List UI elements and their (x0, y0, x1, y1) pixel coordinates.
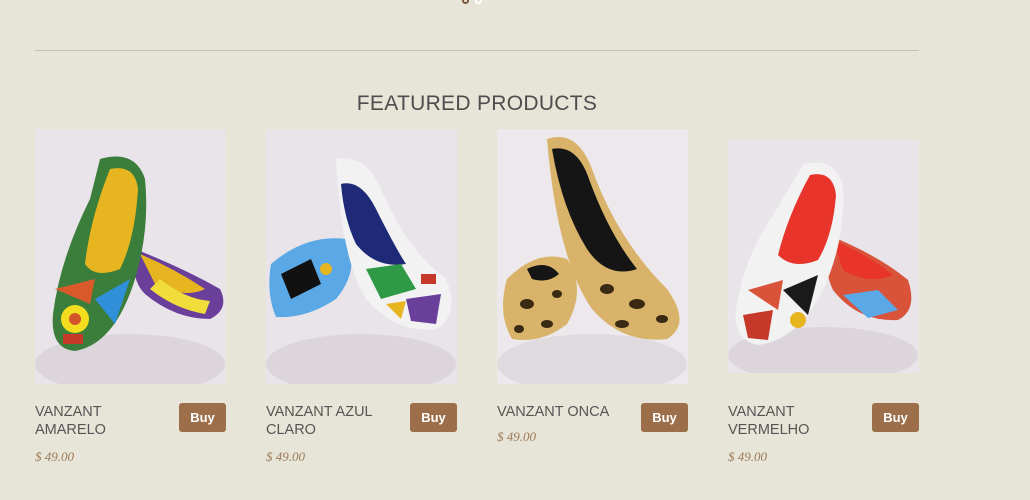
carousel-dots (462, 0, 482, 4)
product-image[interactable] (266, 129, 457, 384)
buy-button[interactable]: Buy (641, 403, 688, 432)
product-image[interactable] (728, 140, 919, 373)
product-name[interactable]: VANZANT AZUL CLARO (266, 403, 406, 439)
product-name[interactable]: VANZANT VERMELHO (728, 403, 868, 439)
section-title: FEATURED PRODUCTS (356, 92, 598, 115)
product-price: $ 49.00 (35, 449, 74, 464)
product-price: $ 49.00 (728, 449, 767, 464)
product-price: $ 49.00 (266, 449, 305, 464)
buy-button[interactable]: Buy (872, 403, 919, 432)
carousel-dot-2[interactable] (475, 0, 482, 4)
product-name[interactable]: VANZANT ONCA (497, 403, 637, 421)
buy-button[interactable]: Buy (179, 403, 226, 432)
section-divider (35, 50, 919, 51)
carousel-dot-1[interactable] (462, 0, 469, 4)
product-image[interactable] (497, 129, 688, 384)
product-price: $ 49.00 (497, 429, 536, 444)
buy-button[interactable]: Buy (410, 403, 457, 432)
product-image[interactable] (35, 129, 226, 384)
product-name[interactable]: VANZANT AMARELO (35, 403, 175, 439)
